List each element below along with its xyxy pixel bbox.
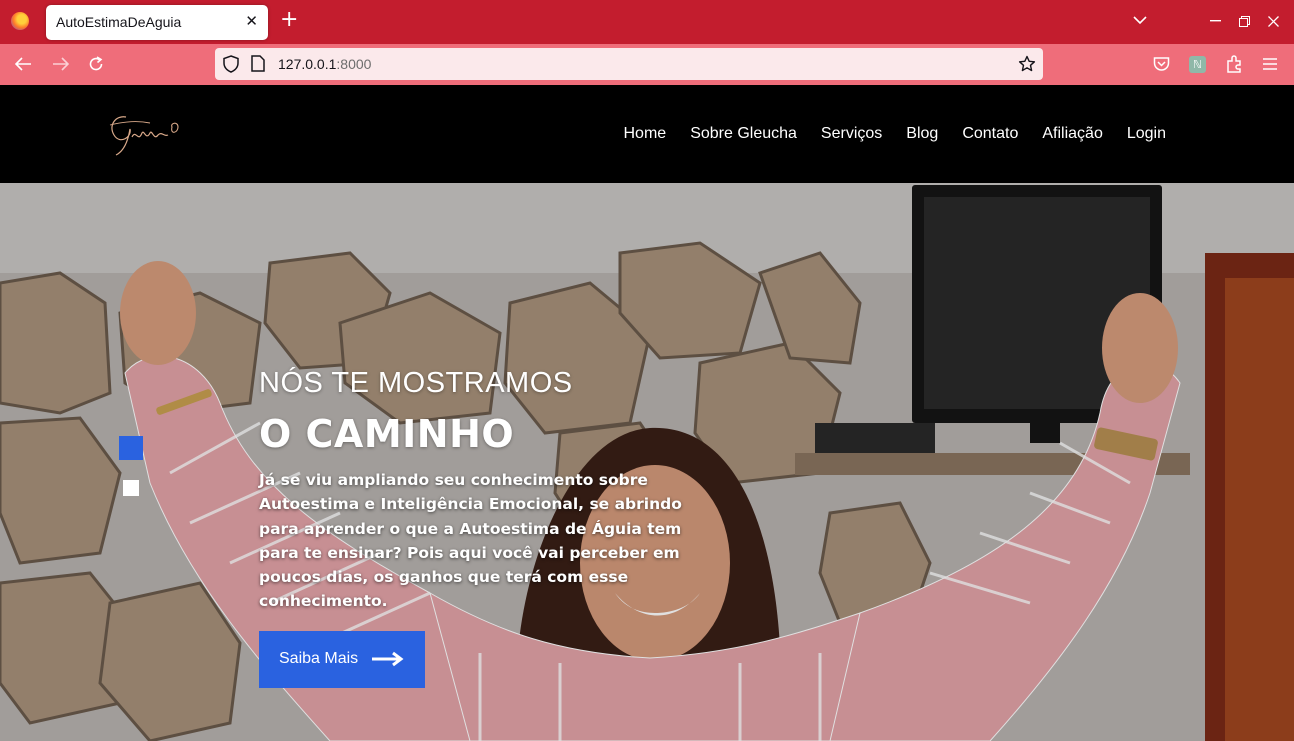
restore-icon[interactable] [1239,16,1250,27]
back-icon[interactable] [15,57,32,71]
main-nav: Home Sobre Gleucha Serviços Blog Contato… [624,125,1167,143]
saiba-mais-button[interactable]: Saiba Mais [259,631,425,688]
extension-icon[interactable]: ℕ [1189,56,1206,73]
new-tab-button[interactable]: + [280,9,298,31]
browser-nav-bar: 127.0.0.1:8000 ℕ [0,44,1294,85]
star-icon[interactable] [1018,55,1036,73]
url-text[interactable]: 127.0.0.1:8000 [278,56,371,72]
logo-text: Gm [106,107,108,108]
hero-background-image [0,183,1294,741]
chevron-down-icon[interactable] [1133,15,1147,25]
nav-afiliacao[interactable]: Afiliação [1042,125,1102,143]
firefox-icon [11,12,29,30]
logo[interactable]: Gm [106,107,190,159]
shield-icon[interactable] [223,55,239,73]
puzzle-icon[interactable] [1226,55,1243,73]
browser-tab[interactable]: AutoEstimaDeAguia ✕ [46,5,268,40]
nav-sobre-gleucha[interactable]: Sobre Gleucha [690,125,797,143]
nav-blog[interactable]: Blog [906,125,938,143]
nav-login[interactable]: Login [1127,125,1166,143]
cta-label: Saiba Mais [279,650,359,667]
nav-servicos[interactable]: Serviços [821,125,882,143]
hero-subtitle: NÓS TE MOSTRAMOS [259,367,573,399]
forward-icon[interactable] [52,57,69,71]
tab-close-icon[interactable]: ✕ [245,12,258,30]
url-host: 127.0.0.1 [278,56,337,72]
url-bar[interactable]: 127.0.0.1:8000 [215,48,1043,80]
slider-dot-1[interactable] [119,436,143,460]
reload-icon[interactable] [88,56,104,72]
hero-slider: NÓS TE MOSTRAMOS O CAMINHO Já se viu amp… [0,183,1294,741]
nav-home[interactable]: Home [624,125,667,143]
hero-title: O CAMINHO [259,412,515,456]
tab-title: AutoEstimaDeAguia [56,14,182,30]
hero-description: Já se viu ampliando seu conhecimento sob… [259,471,682,611]
url-port: :8000 [336,56,372,72]
slider-dot-2[interactable] [123,480,139,496]
arrow-right-icon [372,651,404,667]
browser-tab-bar: AutoEstimaDeAguia ✕ + [0,0,1294,44]
pocket-icon[interactable] [1153,56,1170,72]
site-header: Gm Home Sobre Gleucha Serviços Blog Cont… [0,85,1294,183]
page-icon [251,55,265,72]
nav-contato[interactable]: Contato [962,125,1018,143]
minimize-icon[interactable] [1210,20,1221,22]
menu-icon[interactable] [1263,58,1277,70]
close-icon[interactable] [1268,16,1279,27]
